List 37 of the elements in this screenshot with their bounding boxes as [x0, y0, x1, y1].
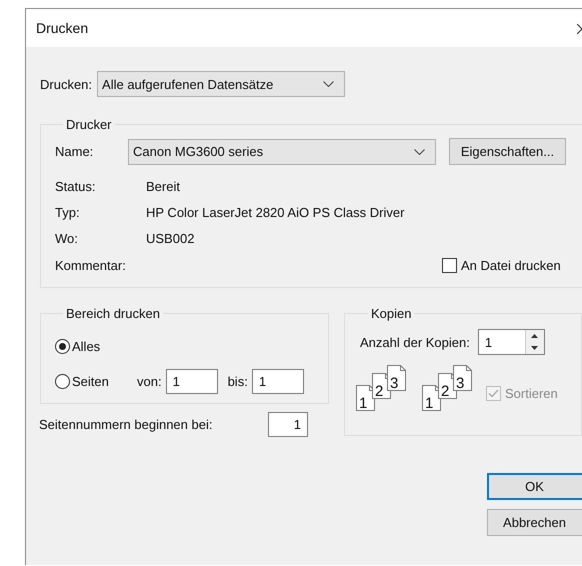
checkmark-icon	[488, 389, 499, 398]
field-label: Wo:	[55, 230, 79, 246]
radio-option[interactable]: Seiten	[55, 374, 135, 389]
page-sheet: 1	[356, 385, 375, 411]
group-title: Drucker	[65, 117, 113, 132]
copies-spinner[interactable]: 1	[478, 329, 545, 355]
window-title: Drucken	[36, 20, 88, 36]
page-sheet: 3	[453, 365, 472, 391]
printer-dropdown[interactable]: Canon MG3600 series	[128, 138, 436, 164]
from-page-field[interactable]: 1	[166, 369, 218, 394]
field-value: USB002	[146, 230, 194, 246]
print-to-file-checkbox[interactable]: An Datei drucken	[442, 258, 561, 272]
field-label: Kommentar:	[55, 258, 127, 272]
group-title: Bereich drucken	[65, 306, 161, 321]
page-sheet: 3	[387, 365, 406, 391]
properties-button[interactable]: Eigenschaften...	[449, 138, 566, 165]
field-label: Typ:	[55, 204, 81, 220]
field-label: Seitennummern beginnen bei:	[39, 417, 212, 432]
print-what-dropdown[interactable]: Alle aufgerufenen Datensätze	[97, 71, 346, 97]
field-label: von:	[137, 374, 162, 389]
field-label: Status:	[55, 178, 96, 194]
dialog-button[interactable]: Abbrechen	[487, 509, 582, 536]
dialog-button[interactable]: OK	[487, 473, 582, 500]
down-arrow-icon[interactable]	[531, 346, 538, 350]
start-page-field[interactable]: 1	[268, 412, 308, 437]
field-value: HP Color LaserJet 2820 AiO PS Class Driver	[146, 204, 404, 220]
chevron-down-icon	[323, 81, 334, 87]
field-label: bis:	[228, 374, 248, 389]
radio-option[interactable]: Alles	[55, 339, 135, 354]
group-title: Kopien	[370, 306, 412, 321]
chevron-down-icon	[414, 148, 425, 154]
field-value: Bereit	[146, 178, 180, 194]
field-label: Drucken:	[40, 76, 92, 92]
page-sheet: 1	[422, 385, 441, 411]
field-label: Anzahl der Kopien:	[360, 334, 470, 350]
to-page-field[interactable]: 1	[252, 369, 304, 394]
up-arrow-icon[interactable]	[531, 334, 538, 338]
